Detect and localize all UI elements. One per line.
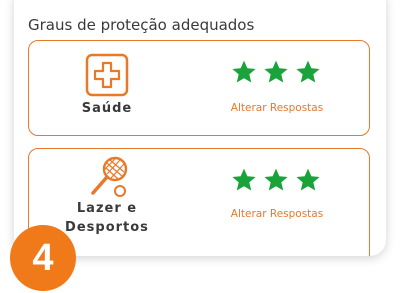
star-icon [264,168,288,191]
card-label-line: Lazer e [76,201,138,216]
star-icon [296,168,320,191]
health-cross-icon [85,53,129,97]
star-icon [296,60,320,83]
protection-panel: Graus de proteção adequados Saúde Altera… [14,0,386,256]
card-label-health: Saúde [81,101,133,116]
step-number-badge: 4 [10,225,76,291]
star-icon [232,60,256,83]
change-answers-link[interactable]: Alterar Respostas [215,102,339,114]
coverage-card-health: Saúde Alterar Respostas [28,40,370,136]
rating-stars [231,59,321,85]
coverage-card-leisure: Lazer e Desportos Alterar Respostas [28,148,370,256]
star-icon [232,168,256,191]
change-answers-link[interactable]: Alterar Respostas [215,208,339,220]
section-title: Graus de proteção adequados [28,16,255,34]
tennis-racket-icon [85,155,129,199]
star-icon [264,60,288,83]
rating-stars [231,167,321,193]
